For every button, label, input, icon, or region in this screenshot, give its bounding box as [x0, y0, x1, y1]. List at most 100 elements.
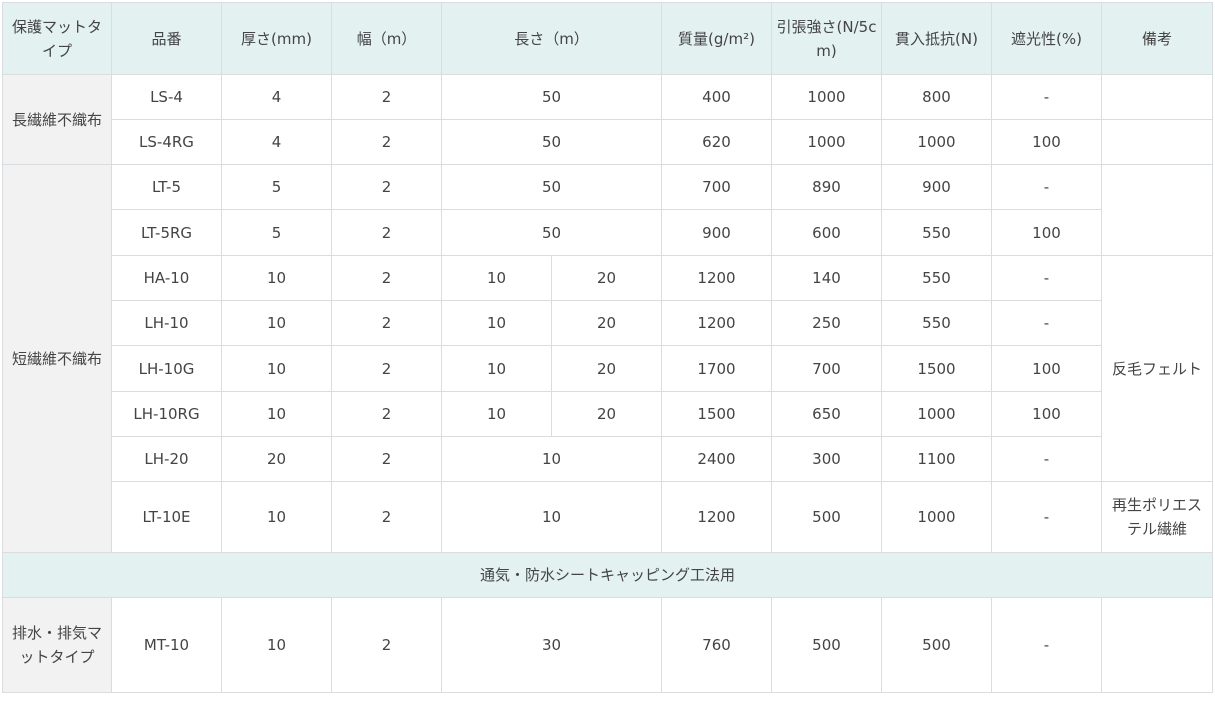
- cell-tensile: 300: [771, 436, 882, 482]
- cell-shading: -: [991, 74, 1102, 120]
- cell-thickness: 10: [221, 597, 332, 693]
- cell-penetration: 1000: [881, 391, 992, 437]
- header-code: 品番: [111, 2, 222, 75]
- cell-penetration: 1100: [881, 436, 992, 482]
- group-short-fiber: 短繊維不織布: [2, 164, 112, 553]
- cell-width: 2: [331, 119, 442, 165]
- cell-mass: 1200: [661, 300, 772, 346]
- cell-shading: 100: [991, 391, 1102, 437]
- header-remarks: 備考: [1101, 2, 1213, 75]
- spec-table: 保護マットタイプ 品番 厚さ(mm) 幅（m） 長さ（m） 質量(g/m²) 引…: [2, 2, 1213, 693]
- cell-penetration: 500: [881, 597, 992, 693]
- cell-length: 50: [441, 164, 662, 210]
- cell-width: 2: [331, 209, 442, 256]
- cell-shading: -: [991, 164, 1102, 210]
- cell-width: 2: [331, 164, 442, 210]
- cell-tensile: 700: [771, 345, 882, 392]
- cell-width: 2: [331, 436, 442, 482]
- cell-penetration: 1000: [881, 481, 992, 553]
- cell-remarks: [1101, 164, 1213, 256]
- cell-penetration: 550: [881, 300, 992, 346]
- cell-remarks: [1101, 74, 1213, 120]
- cell-width: 2: [331, 74, 442, 120]
- cell-width: 2: [331, 391, 442, 437]
- cell-shading: -: [991, 597, 1102, 693]
- cell-code: MT-10: [111, 597, 222, 693]
- cell-code: LT-5RG: [111, 209, 222, 256]
- cell-code: LT-5: [111, 164, 222, 210]
- cell-remarks-recycled: 再生ポリエステル繊維: [1101, 481, 1213, 553]
- cell-tensile: 500: [771, 481, 882, 553]
- cell-code: LS-4: [111, 74, 222, 120]
- cell-thickness: 4: [221, 119, 332, 165]
- cell-mass: 2400: [661, 436, 772, 482]
- cell-width: 2: [331, 481, 442, 553]
- group-long-fiber: 長繊維不織布: [2, 74, 112, 165]
- cell-length-a: 10: [441, 391, 552, 437]
- cell-code: LH-10: [111, 300, 222, 346]
- cell-thickness: 10: [221, 300, 332, 346]
- cell-mass: 900: [661, 209, 772, 256]
- cell-length-b: 20: [551, 391, 662, 437]
- header-row: 保護マットタイプ 品番 厚さ(mm) 幅（m） 長さ（m） 質量(g/m²) 引…: [2, 2, 1213, 75]
- cell-tensile: 500: [771, 597, 882, 693]
- cell-width: 2: [331, 300, 442, 346]
- cell-code: LT-10E: [111, 481, 222, 553]
- cell-thickness: 20: [221, 436, 332, 482]
- cell-thickness: 10: [221, 391, 332, 437]
- cell-length: 10: [441, 481, 662, 553]
- cell-tensile: 140: [771, 255, 882, 301]
- header-length: 長さ（m）: [441, 2, 662, 75]
- cell-penetration: 800: [881, 74, 992, 120]
- cell-thickness: 5: [221, 209, 332, 256]
- cell-length: 50: [441, 119, 662, 165]
- table-row: LT-10E 10 2 10 1200 500 1000 - 再生ポリエステル繊…: [3, 481, 1213, 553]
- cell-penetration: 1000: [881, 119, 992, 165]
- cell-shading: 100: [991, 119, 1102, 165]
- section-row: 通気・防水シートキャッピング工法用: [2, 552, 1213, 598]
- cell-tensile: 890: [771, 164, 882, 210]
- header-mass: 質量(g/m²): [661, 2, 772, 75]
- cell-code: LH-20: [111, 436, 222, 482]
- cell-code: LH-10RG: [111, 391, 222, 437]
- table-row: HA-10 10 2 10 20 1200 140 550 - 反毛フェルト: [3, 255, 1213, 482]
- cell-length-a: 10: [441, 255, 552, 301]
- cell-penetration: 550: [881, 255, 992, 301]
- cell-code: HA-10: [111, 255, 222, 301]
- table-row: 長繊維不織布 LS-4 4 2 50 400 1000 800 -: [2, 74, 1213, 165]
- cell-width: 2: [331, 255, 442, 301]
- cell-thickness: 10: [221, 255, 332, 301]
- cell-width: 2: [331, 345, 442, 392]
- cell-remarks-felt: 反毛フェルト: [1101, 255, 1213, 482]
- cell-code: LH-10G: [111, 345, 222, 392]
- header-tensile: 引張強さ(N/5cm): [771, 2, 882, 75]
- cell-shading: 100: [991, 209, 1102, 256]
- table-row: LH-20 20 2 10 2400 300 1100 -: [3, 436, 1213, 482]
- table-row: LH-10 10 2 10 20 1200 250 550 -: [3, 300, 1213, 346]
- table-row: LS-4RG 4 2 50 620 1000 1000 100: [3, 119, 1213, 165]
- cell-shading: -: [991, 436, 1102, 482]
- cell-mass: 1200: [661, 481, 772, 553]
- cell-length: 10: [441, 436, 662, 482]
- cell-thickness: 4: [221, 74, 332, 120]
- header-penetration: 貫入抵抗(N): [881, 2, 992, 75]
- cell-length-b: 20: [551, 300, 662, 346]
- cell-shading: -: [991, 255, 1102, 301]
- cell-penetration: 900: [881, 164, 992, 210]
- cell-mass: 1500: [661, 391, 772, 437]
- cell-length-b: 20: [551, 345, 662, 392]
- cell-length-b: 20: [551, 255, 662, 301]
- cell-shading: 100: [991, 345, 1102, 392]
- cell-penetration: 1500: [881, 345, 992, 392]
- header-shading: 遮光性(%): [991, 2, 1102, 75]
- cell-remarks: [1101, 119, 1213, 165]
- cell-length: 50: [441, 74, 662, 120]
- header-width: 幅（m）: [331, 2, 442, 75]
- header-thickness: 厚さ(mm): [221, 2, 332, 75]
- cell-tensile: 1000: [771, 74, 882, 120]
- header-type: 保護マットタイプ: [2, 2, 112, 75]
- table-row: 短繊維不織布 LT-5 5 2 50 700 890 900 -: [2, 164, 1213, 553]
- cell-mass: 1700: [661, 345, 772, 392]
- cell-shading: -: [991, 481, 1102, 553]
- cell-length: 30: [441, 597, 662, 693]
